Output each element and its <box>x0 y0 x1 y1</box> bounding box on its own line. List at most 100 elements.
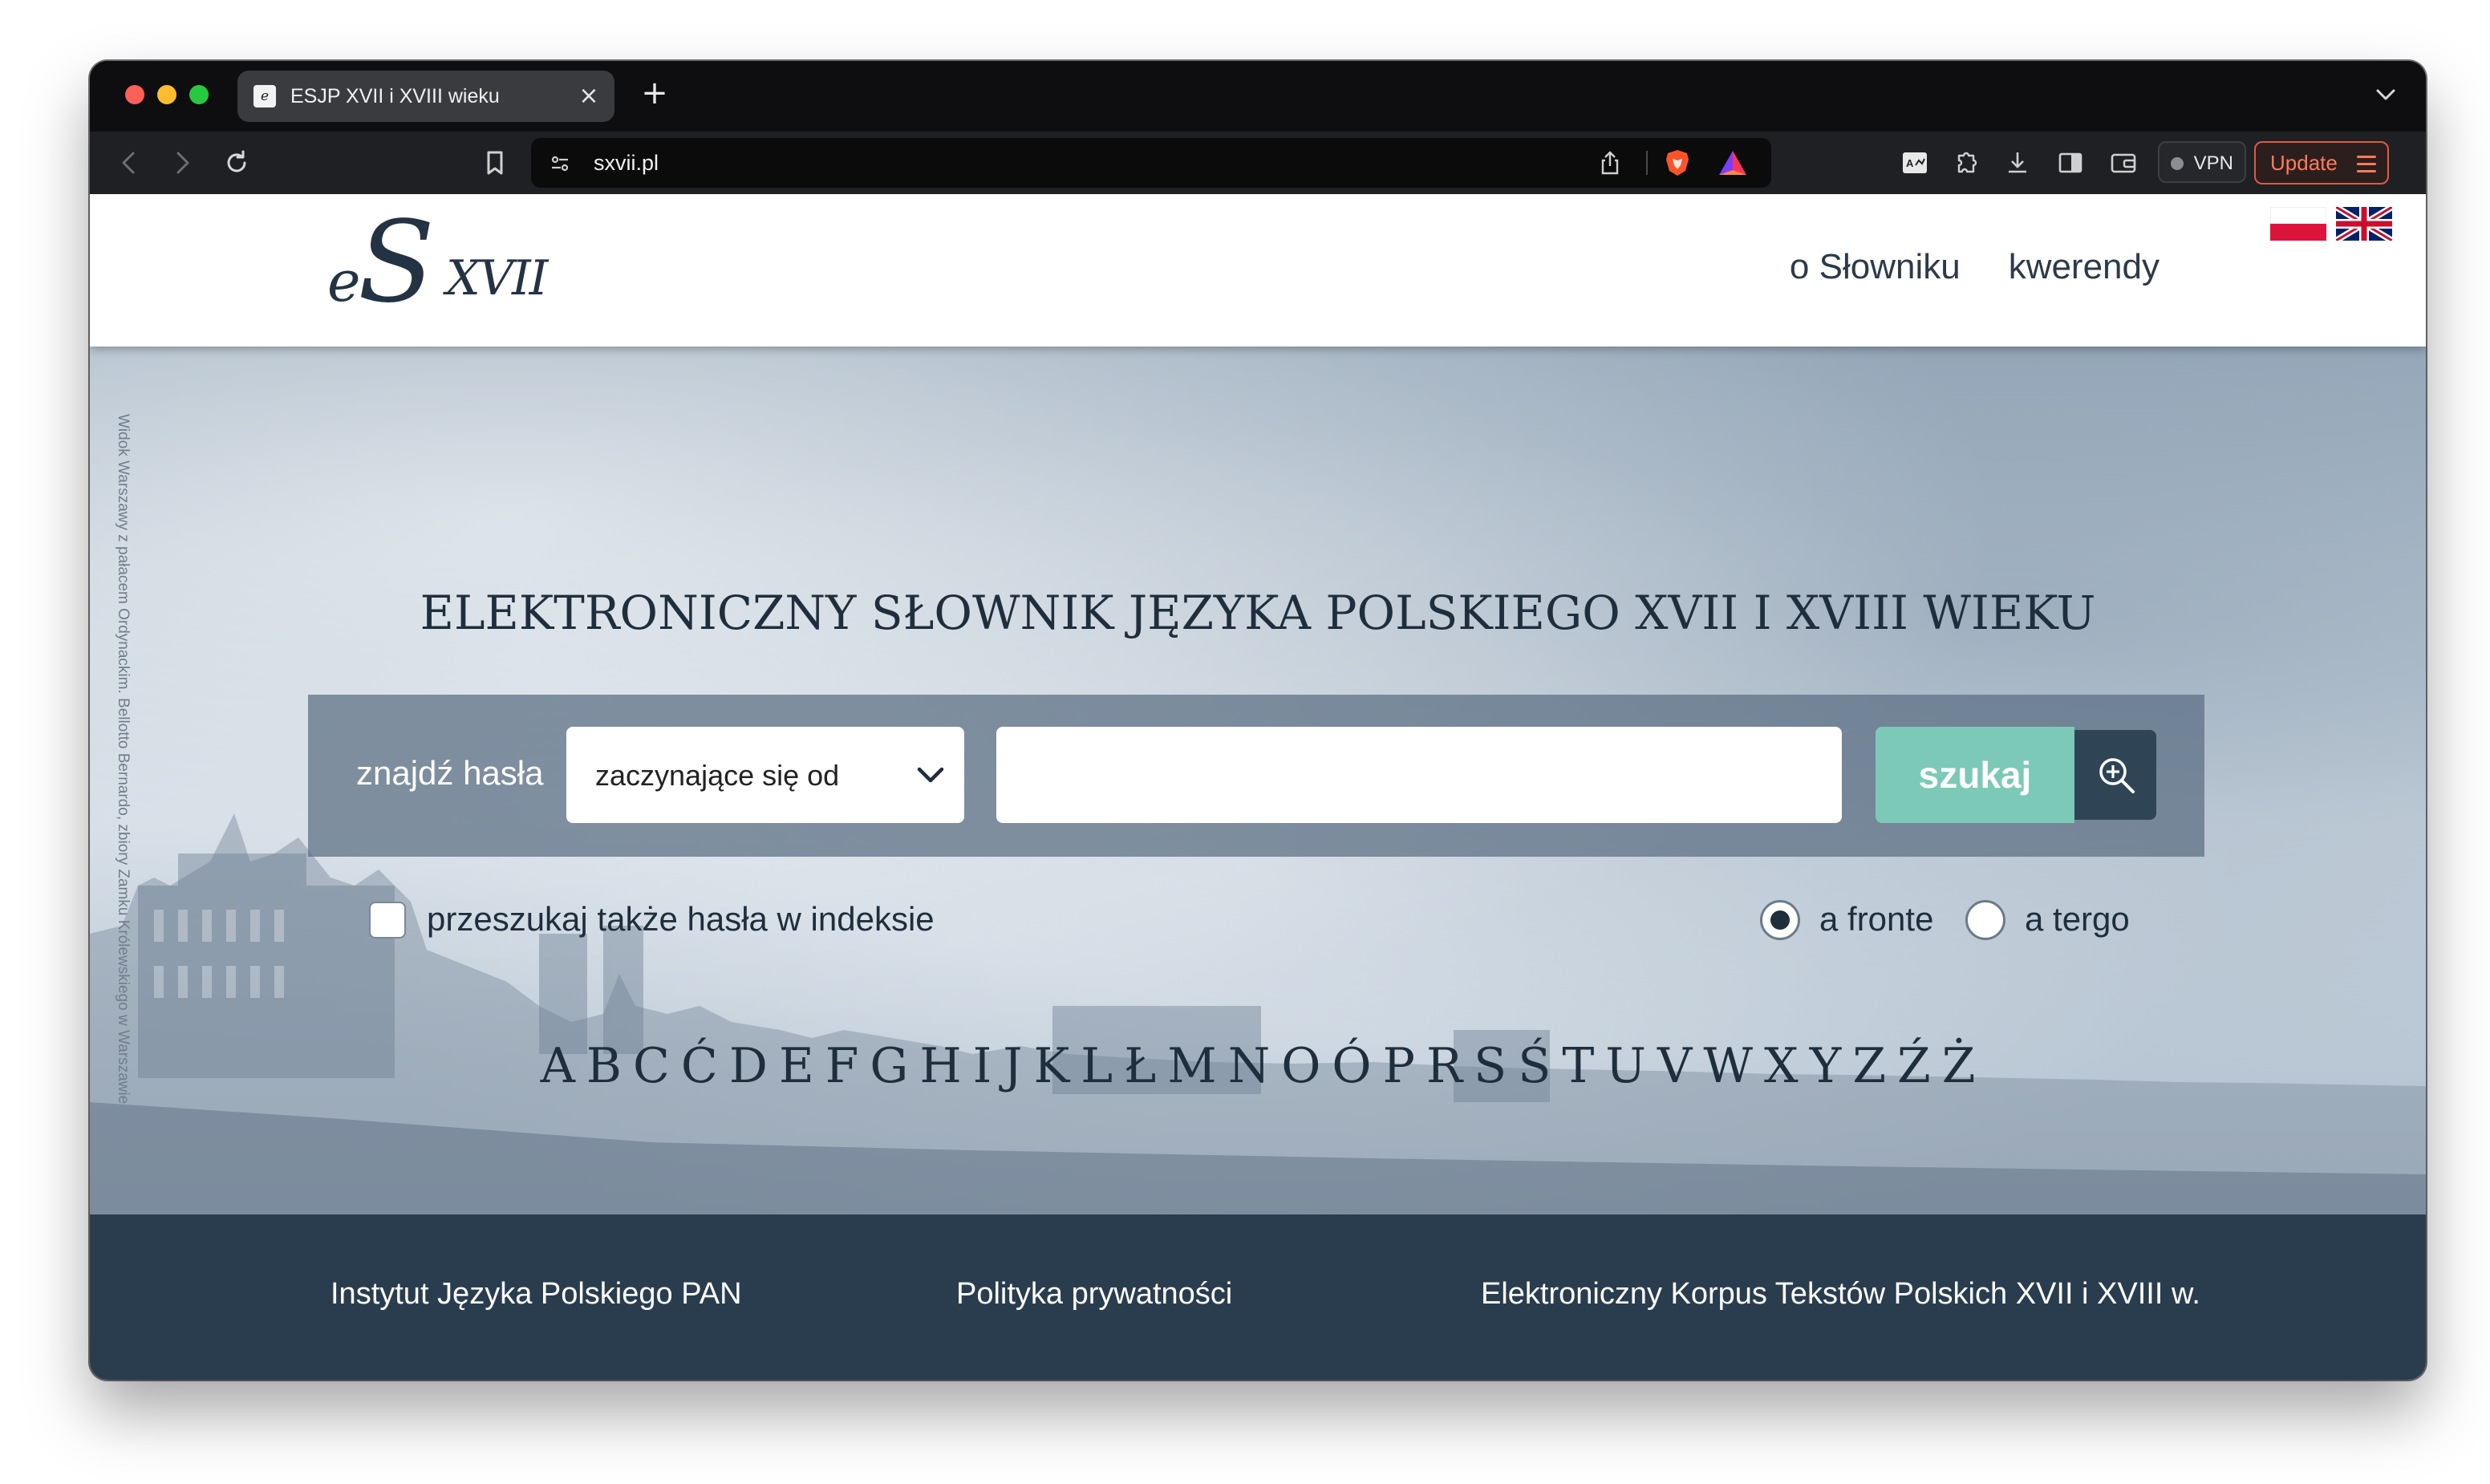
browser-toolbar: sxvii.pl A VPN Update <box>90 132 2426 194</box>
alphabet-letter[interactable]: F <box>825 1038 859 1094</box>
address-bar[interactable]: sxvii.pl <box>531 138 1771 188</box>
alphabet-letter[interactable]: H <box>919 1038 961 1094</box>
search-options: przeszukaj także hasła w indeksie a fron… <box>90 897 2426 945</box>
logo-letter-s: S <box>358 197 435 328</box>
separator <box>1646 151 1648 175</box>
extensions-icon[interactable] <box>1948 144 1985 181</box>
site-footer: Instytut Języka Polskiego PAN Polityka p… <box>90 1214 2426 1380</box>
tab-title: ESJP XVII i XVIII wieku <box>290 85 500 107</box>
footer-link-ijp-pan[interactable]: Instytut Języka Polskiego PAN <box>331 1277 742 1312</box>
radio-selected-dot <box>1770 910 1790 930</box>
index-search-checkbox[interactable] <box>369 902 406 939</box>
alphabet-letter[interactable]: Ź <box>1897 1038 1931 1094</box>
alphabet-letter[interactable]: Ó <box>1332 1038 1371 1094</box>
a-fronte-label[interactable]: a fronte <box>1819 900 1933 939</box>
polish-flag-icon[interactable] <box>2270 207 2326 241</box>
vpn-button[interactable]: VPN <box>2158 141 2246 183</box>
alphabet-letter[interactable]: M <box>1167 1038 1216 1094</box>
site-header: e S XVII o Słowniku kwerendy <box>90 194 2426 347</box>
search-mode-value: zaczynające się od <box>595 759 840 792</box>
brave-rewards-icon[interactable] <box>1717 148 1749 178</box>
alphabet-letter[interactable]: Ć <box>681 1038 718 1094</box>
uk-flag-icon[interactable] <box>2336 207 2392 241</box>
search-panel: znajdź hasła zaczynające się od szukaj <box>308 695 2204 857</box>
footer-link-privacy[interactable]: Polityka prywatności <box>956 1277 1232 1312</box>
alphabet-letter[interactable]: D <box>729 1038 768 1094</box>
zoom-in-icon <box>2099 758 2135 793</box>
logo-xvii: XVII <box>446 250 548 306</box>
alphabet-letter[interactable]: N <box>1228 1038 1271 1094</box>
forward-icon[interactable] <box>164 144 201 181</box>
vpn-label: VPN <box>2193 152 2233 174</box>
tab-active[interactable]: e ESJP XVII i XVIII wieku × <box>237 71 614 122</box>
update-label: Update <box>2270 151 2338 175</box>
web-page: e S XVII o Słowniku kwerendy Widok Warsz… <box>90 194 2426 1380</box>
update-button[interactable]: Update <box>2254 141 2389 184</box>
alphabet-letter[interactable]: P <box>1383 1038 1415 1094</box>
wallet-icon[interactable] <box>2105 144 2142 181</box>
nav-link-kwerendy[interactable]: kwerendy <box>2009 247 2159 286</box>
alphabet-letter[interactable]: J <box>1003 1038 1022 1094</box>
tab-menu-icon[interactable] <box>2370 79 2402 111</box>
minimize-window-button[interactable] <box>157 85 176 104</box>
alphabet-letter[interactable]: Ż <box>1942 1038 1976 1094</box>
tab-close-button[interactable]: × <box>574 82 603 111</box>
alphabet-letter[interactable]: B <box>586 1038 622 1094</box>
site-logo[interactable]: e S XVII <box>327 207 560 322</box>
brave-shields-icon[interactable] <box>1662 148 1693 178</box>
reader-icon[interactable]: A <box>1896 144 1933 181</box>
chevron-down-icon <box>917 767 944 783</box>
reload-icon[interactable] <box>218 144 255 181</box>
alphabet-letter[interactable]: S <box>1474 1038 1507 1094</box>
alphabet-letter[interactable]: Ł <box>1124 1038 1156 1094</box>
alphabet-index: ABCĆDEFGHIJKLŁMNOÓPRSŚTUVWXYZŹŻ <box>90 1038 2426 1094</box>
nav-link-o-slowniku[interactable]: o Słowniku <box>1790 247 1961 286</box>
vpn-status-icon <box>2171 157 2184 170</box>
alphabet-letter[interactable]: L <box>1081 1038 1113 1094</box>
url-text[interactable]: sxvii.pl <box>594 151 659 176</box>
zoom-window-button[interactable] <box>189 85 209 104</box>
alphabet-letter[interactable]: O <box>1281 1038 1320 1094</box>
alphabet-letter[interactable]: G <box>870 1038 908 1094</box>
back-icon[interactable] <box>111 144 148 181</box>
alphabet-letter[interactable]: A <box>541 1038 575 1094</box>
browser-window: e ESJP XVII i XVIII wieku × + sxvii.pl A… <box>90 61 2426 1380</box>
alphabet-letter[interactable]: X <box>1764 1038 1799 1094</box>
alphabet-letter[interactable]: Ś <box>1518 1038 1551 1094</box>
alphabet-letter[interactable]: V <box>1657 1038 1692 1094</box>
a-tergo-label[interactable]: a tergo <box>2025 900 2130 939</box>
close-window-button[interactable] <box>125 85 144 104</box>
download-icon[interactable] <box>1999 144 2036 181</box>
search-input[interactable] <box>996 727 1842 823</box>
alphabet-letter[interactable]: C <box>633 1038 670 1094</box>
alphabet-letter[interactable]: W <box>1703 1038 1753 1094</box>
site-settings-icon[interactable] <box>547 151 573 176</box>
a-tergo-radio[interactable] <box>1965 900 2005 940</box>
footer-link-corpus[interactable]: Elektroniczny Korpus Tekstów Polskich XV… <box>1481 1277 2200 1312</box>
hero-section: Widok Warszawy z pałacem Ordynackim. Bel… <box>90 347 2426 1214</box>
search-button[interactable]: szukaj <box>1876 727 2074 823</box>
alphabet-letter[interactable]: I <box>973 1038 992 1094</box>
a-fronte-radio[interactable] <box>1760 900 1800 940</box>
advanced-search-button[interactable] <box>2074 730 2156 820</box>
hamburger-menu-icon <box>2357 156 2376 177</box>
alphabet-letter[interactable]: R <box>1426 1038 1462 1094</box>
alphabet-letter[interactable]: E <box>779 1038 814 1094</box>
new-tab-button[interactable]: + <box>635 74 674 112</box>
search-mode-select[interactable]: zaczynające się od <box>566 727 964 823</box>
tab-bar: e ESJP XVII i XVIII wieku × + <box>90 61 2426 132</box>
page-title: ELEKTRONICZNY SŁOWNIK JĘZYKA POLSKIEGO X… <box>420 586 2096 640</box>
alphabet-letter[interactable]: K <box>1033 1038 1069 1094</box>
sidebar-icon[interactable] <box>2052 144 2089 181</box>
svg-text:A: A <box>1906 157 1914 169</box>
alphabet-letter[interactable]: Z <box>1852 1038 1886 1094</box>
bookmark-icon[interactable] <box>477 144 513 181</box>
alphabet-letter[interactable]: U <box>1605 1038 1646 1094</box>
favicon-icon: e <box>253 85 276 107</box>
alphabet-letter[interactable]: T <box>1562 1038 1594 1094</box>
search-label: znajdź hasła <box>356 754 544 792</box>
index-search-label[interactable]: przeszukaj także hasła w indeksie <box>427 900 935 939</box>
alphabet-letter[interactable]: Y <box>1810 1038 1842 1094</box>
share-icon[interactable] <box>1596 149 1624 176</box>
logo-letter-e: e <box>327 249 361 314</box>
